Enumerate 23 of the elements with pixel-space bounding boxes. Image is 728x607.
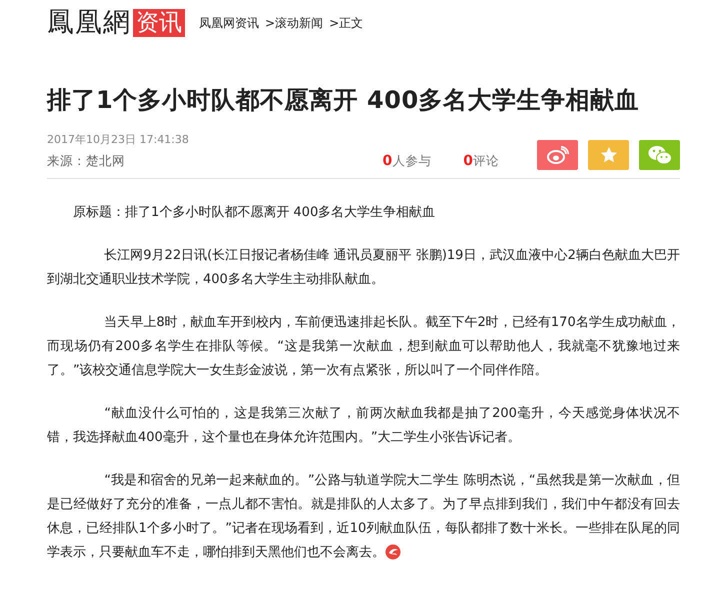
article-paragraph: 长江网9月22日讯(长江日报记者杨佳峰 通讯员夏丽平 张鹏)19日，武汉血液中心2辆白色献血大巴开到湖北交通职业技术学院，400多名大学生主动排队献血。 <box>47 247 680 289</box>
article-paragraph: “我是和宿舍的兄弟一起来献血的。”公路与轨道学院大二学生 陈明杰说，“虽然我是第一次献血，但是已经做好了充分的准备，一点儿都不害怕。就是排队的人太多了。为了早点排到我们，我们中午都没有回去休息，已经排队1个多小时了。”记者在现场看到，近10列献血队伍，每队都排了数十米长。一些排在队尾的同学表示，只要献血车不走，哪怕排到天黑他们也不会离去。 <box>47 472 680 562</box>
article-paragraph: “献血没什么可怕的，这是我第三次献了，前两次献血我都是抽了200毫升，今天感觉身体状况不错，我选择献血400毫升，这个量也在身体允许范围内。”大二学生小张告诉记者。 <box>47 405 680 447</box>
site-logo[interactable]: 鳳凰網 <box>47 8 131 38</box>
wechat-icon <box>648 145 672 165</box>
breadcrumb-link[interactable]: 凤凰网资讯 <box>199 14 259 32</box>
article-title: 排了1个多小时队都不愿离开 400多名大学生争相献血 <box>47 85 640 116</box>
stat-label[interactable]: 人参与 <box>392 153 432 170</box>
share-button[interactable] <box>537 140 578 170</box>
article-paragraph: 当天早上8时，献血车开到校内，车前便迅速排起长队。截至下午2时，已经有170名学生成功献血，而现场仍有200多名学生在排队等候。“这是我第一次献血，想到献血可以帮助他人，我就毫不犹豫地过来了。”该校交通信息学院大一女生彭金波说，第一次有点紧张，所以叫了一个同伴作陪。 <box>47 314 680 380</box>
stat-count: 0 <box>463 153 473 169</box>
star-icon <box>600 146 618 164</box>
stat-label[interactable]: 评论 <box>473 153 499 170</box>
source-label: 来源：楚北网 <box>47 153 126 170</box>
channel-badge[interactable]: 资讯 <box>133 9 185 37</box>
weibo-icon <box>546 146 568 164</box>
stat-count: 0 <box>382 153 392 169</box>
article-paragraph: 原标题：排了1个多小时队都不愿离开 400多名大学生争相献血 <box>72 204 436 222</box>
publish-date: 2017年10月23日 17:41:38 <box>47 132 190 147</box>
share-button[interactable] <box>639 140 680 170</box>
breadcrumb-link[interactable]: >正文 <box>329 14 364 32</box>
breadcrumb-link[interactable]: >滚动新闻 <box>265 14 324 32</box>
share-button[interactable] <box>588 140 629 170</box>
